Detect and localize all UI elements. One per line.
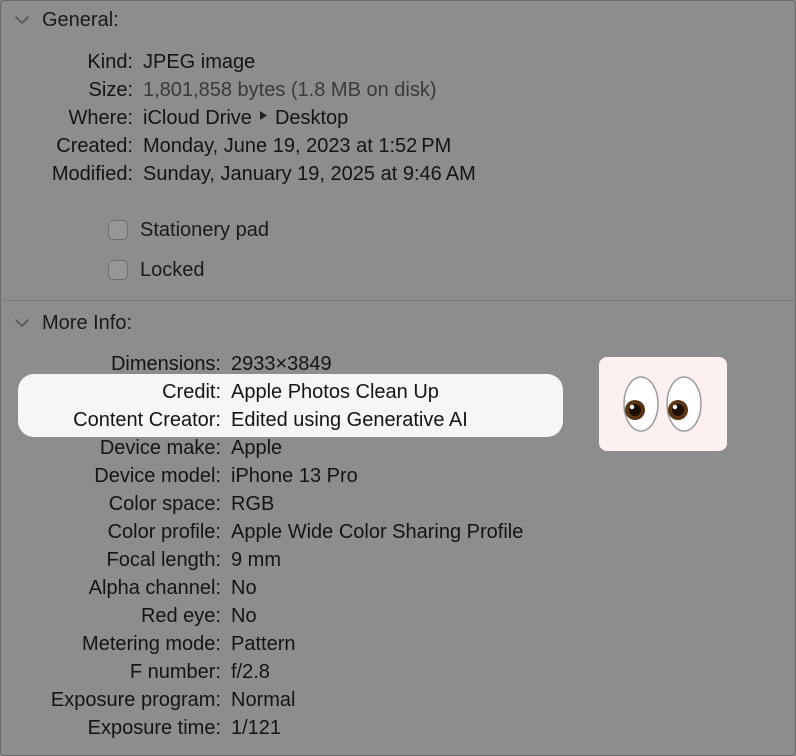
stationery-pad-label: Stationery pad <box>140 218 269 241</box>
metering-mode-label: Metering mode: <box>82 632 221 655</box>
content-creator-value: Edited using Generative AI <box>231 408 468 431</box>
info-row-metering-mode: Metering mode: Pattern <box>10 630 295 658</box>
exposure-time-label: Exposure time: <box>87 716 221 739</box>
exposure-program-label: Exposure program: <box>50 688 221 711</box>
credit-label: Credit: <box>162 380 221 403</box>
credit-value: Apple Photos Clean Up <box>231 380 439 403</box>
exposure-program-value: Normal <box>231 688 296 711</box>
dimensions-label: Dimensions: <box>110 352 221 375</box>
stationery-pad-checkbox[interactable]: Stationery pad <box>108 217 269 243</box>
info-row-kind: Kind: JPEG image <box>10 48 255 76</box>
chevron-down-icon[interactable] <box>14 315 30 331</box>
section-divider <box>0 300 796 301</box>
kind-label: Kind: <box>87 50 133 73</box>
device-model-label: Device model: <box>94 464 221 487</box>
alpha-channel-label: Alpha channel: <box>88 576 221 599</box>
content-creator-label: Content Creator: <box>73 408 221 431</box>
more-info-section-header[interactable]: More Info: <box>14 308 132 338</box>
metering-mode-value: Pattern <box>231 632 296 655</box>
info-row-exposure-program: Exposure program: Normal <box>10 686 296 714</box>
size-value: 1,801,858 bytes (1.8 MB on disk) <box>143 78 437 101</box>
info-row-focal-length: Focal length: 9 mm <box>10 546 281 574</box>
info-row-device-make: Device make: Apple <box>10 434 282 462</box>
alpha-channel-value: No <box>231 576 257 599</box>
device-model-value: iPhone 13 Pro <box>231 464 358 487</box>
info-row-device-model: Device model: iPhone 13 Pro <box>10 462 358 490</box>
triangle-right-icon <box>259 111 267 123</box>
focal-length-label: Focal length: <box>106 548 221 571</box>
info-row-color-profile: Color profile: Apple Wide Color Sharing … <box>10 518 524 546</box>
f-number-value: f/2.8 <box>231 660 270 683</box>
more-info-header-label: More Info: <box>42 311 133 334</box>
locked-checkbox[interactable]: Locked <box>108 257 205 283</box>
color-profile-label: Color profile: <box>107 520 221 543</box>
locked-box[interactable] <box>108 260 128 280</box>
dimensions-value: 2933×3849 <box>231 352 332 375</box>
color-space-value: RGB <box>231 492 275 515</box>
chevron-down-icon[interactable] <box>14 12 30 28</box>
exposure-time-value: 1/121 <box>231 716 282 739</box>
info-row-where: Where: iCloud Drive Desktop <box>10 104 349 132</box>
red-eye-value: No <box>231 604 257 627</box>
focal-length-value: 9 mm <box>231 548 281 571</box>
kind-value: JPEG image <box>143 50 256 73</box>
info-row-exposure-time: Exposure time: 1/121 <box>10 714 281 742</box>
color-space-label: Color space: <box>108 492 221 515</box>
where-value-subfolder: Desktop <box>274 106 349 129</box>
info-row-f-number: F number: f/2.8 <box>10 658 270 686</box>
f-number-label: F number: <box>129 660 221 683</box>
color-profile-value: Apple Wide Color Sharing Profile <box>231 520 524 543</box>
stationery-pad-box[interactable] <box>108 220 128 240</box>
info-row-color-space: Color space: RGB <box>10 490 275 518</box>
modified-value: Sunday, January 19, 2025 at 9:46 AM <box>143 162 476 185</box>
info-row-credit: Credit: Apple Photos Clean Up <box>10 378 439 406</box>
info-row-content-creator: Content Creator: Edited using Generative… <box>10 406 468 434</box>
where-label: Where: <box>68 106 133 129</box>
where-value-folder: iCloud Drive <box>143 106 252 129</box>
info-row-modified: Modified: Sunday, January 19, 2025 at 9:… <box>10 160 476 188</box>
info-row-created: Created: Monday, June 19, 2023 at 1:52 P… <box>10 132 451 160</box>
eyes-emoji-icon <box>599 357 727 451</box>
general-section-header[interactable]: General: <box>14 5 119 35</box>
general-header-label: General: <box>42 8 119 31</box>
created-value: Monday, June 19, 2023 at 1:52 PM <box>143 134 452 157</box>
size-label: Size: <box>88 78 133 101</box>
info-row-size: Size: 1,801,858 bytes (1.8 MB on disk) <box>10 76 437 104</box>
info-row-alpha-channel: Alpha channel: No <box>10 574 257 602</box>
locked-label: Locked <box>140 258 205 281</box>
modified-label: Modified: <box>51 162 133 185</box>
red-eye-label: Red eye: <box>140 604 221 627</box>
info-row-red-eye: Red eye: No <box>10 602 257 630</box>
info-row-dimensions: Dimensions: 2933×3849 <box>10 350 332 378</box>
device-make-value: Apple <box>231 436 283 459</box>
device-make-label: Device make: <box>99 436 221 459</box>
created-label: Created: <box>56 134 133 157</box>
